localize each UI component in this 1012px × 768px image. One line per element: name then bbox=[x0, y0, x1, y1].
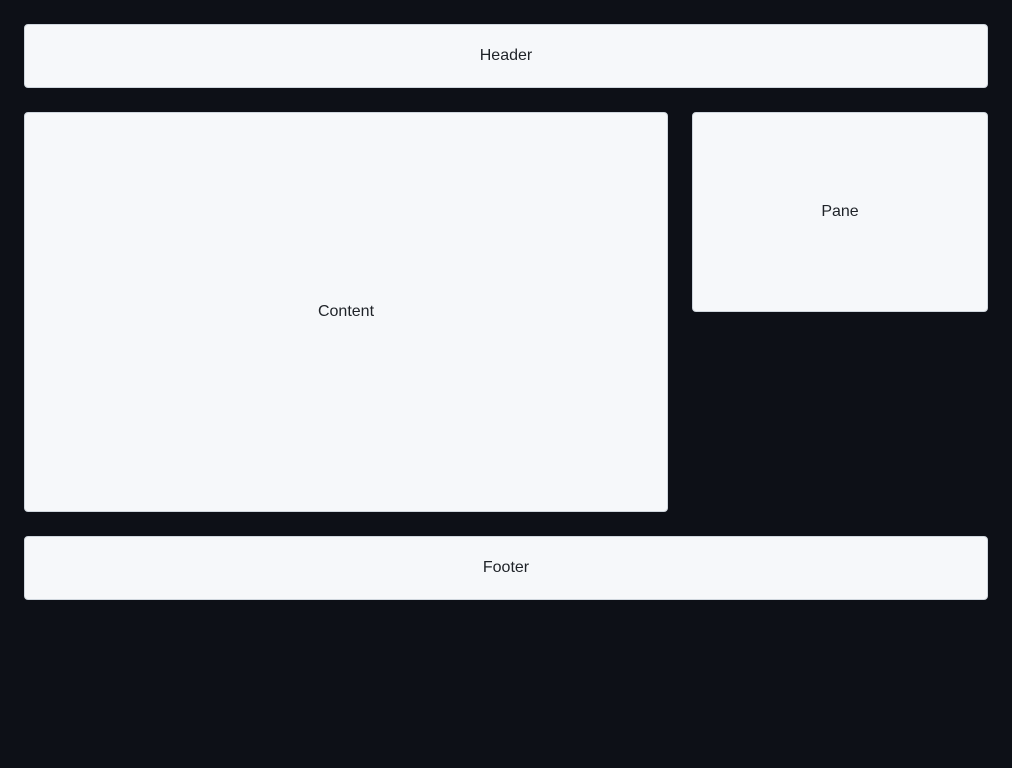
content-panel: Content bbox=[24, 112, 668, 512]
footer-panel: Footer bbox=[24, 536, 988, 600]
side-pane: Pane bbox=[692, 112, 988, 312]
header-label: Header bbox=[479, 47, 533, 64]
footer-label: Footer bbox=[482, 559, 530, 576]
content-label: Content bbox=[317, 303, 375, 320]
pane-label: Pane bbox=[821, 203, 859, 220]
header-panel: Header bbox=[24, 24, 988, 88]
